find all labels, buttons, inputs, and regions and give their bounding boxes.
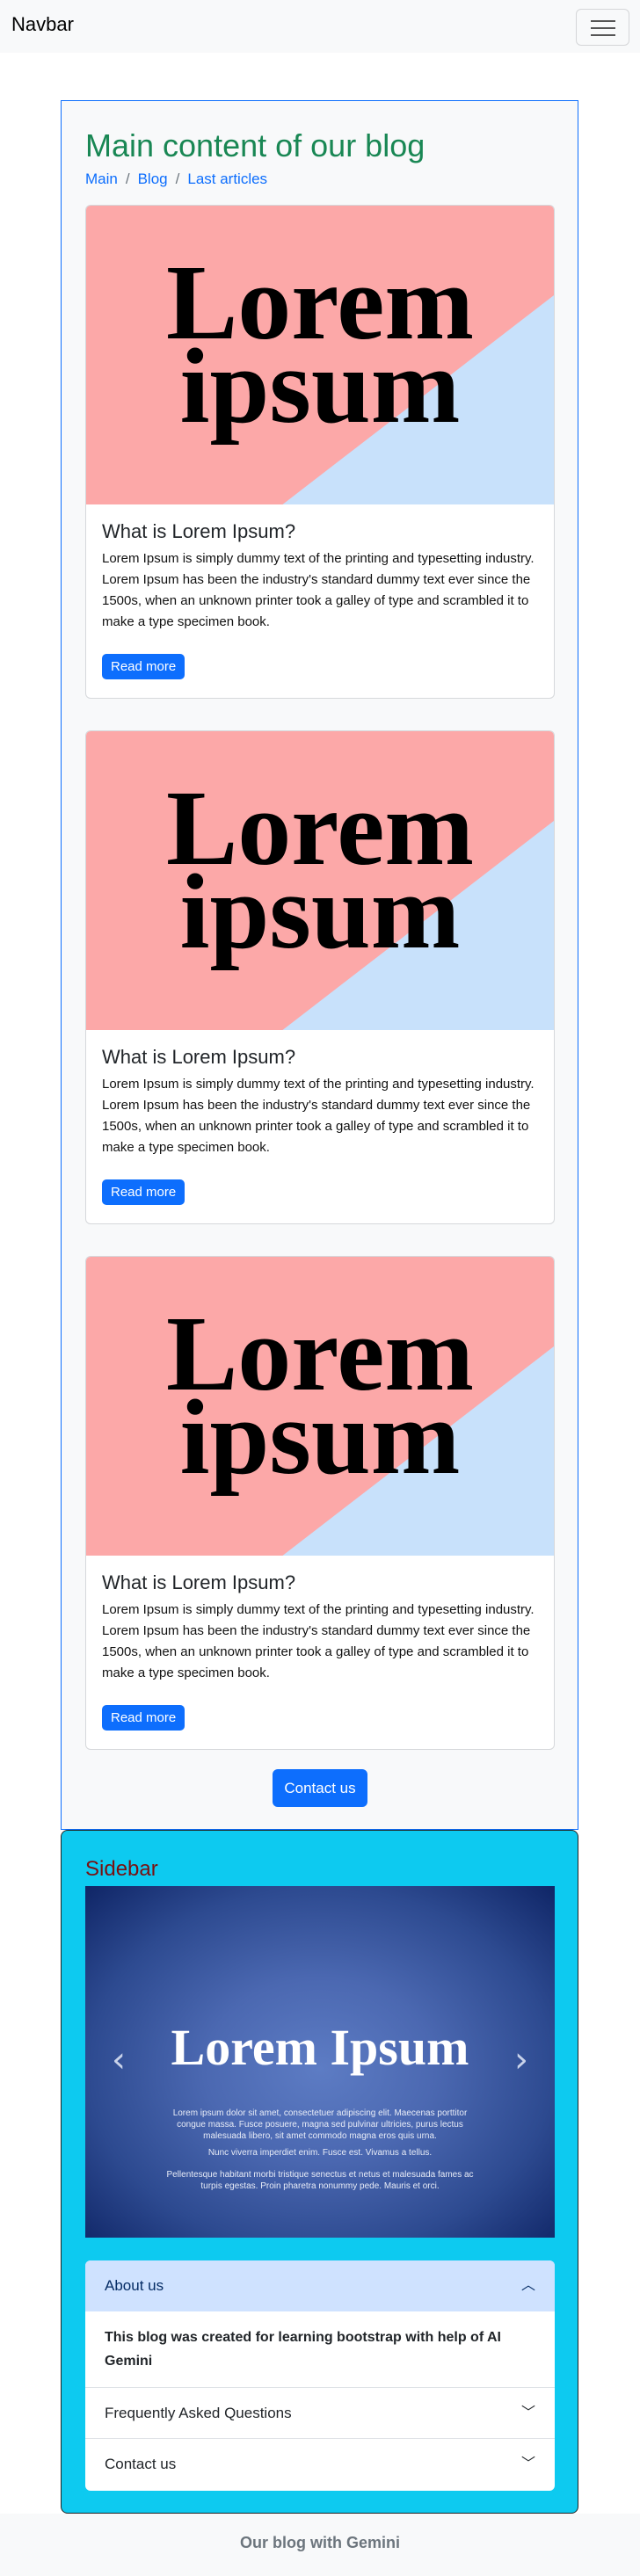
chevron-down-icon: ﹀ (520, 2405, 535, 2420)
breadcrumb-separator: / (175, 171, 180, 187)
navbar-toggler-button[interactable] (576, 9, 629, 46)
breadcrumb-blog[interactable]: Blog (138, 171, 168, 187)
navbar-brand[interactable]: Navbar (11, 13, 74, 36)
image-text: ipsum (179, 327, 461, 446)
breadcrumb: Main / Blog / Last articles (85, 171, 554, 192)
accordion-header-faq[interactable]: Frequently Asked Questions ﹀ (85, 2388, 555, 2439)
accordion-label: About us (105, 2277, 164, 2294)
article-card: Lorem ipsum What is Lorem Ipsum? Lorem I… (85, 205, 555, 699)
read-more-button[interactable]: Read more (102, 654, 185, 679)
card-body: What is Lorem Ipsum? Lorem Ipsum is simp… (86, 504, 554, 695)
sidebar-title: Sidebar (85, 1857, 158, 1881)
accordion-body-about-us: This blog was created for learning boots… (85, 2311, 555, 2388)
navbar: Navbar (0, 0, 640, 53)
carousel-next-icon[interactable]: › (514, 2043, 528, 2078)
breadcrumb-last-articles[interactable]: Last articles (187, 171, 267, 187)
article-card: Lorem ipsum What is Lorem Ipsum? Lorem I… (85, 730, 555, 1224)
footer: Our blog with Gemini (0, 2514, 640, 2576)
carousel-slide-text: Pellentesque habitant morbi tristique se… (166, 2170, 474, 2191)
article-image: Lorem ipsum (86, 206, 554, 504)
accordion-label: Contact us (105, 2456, 177, 2472)
carousel-prev-icon[interactable]: ‹ (112, 2043, 126, 2078)
card-text: Lorem Ipsum is simply dummy text of the … (102, 1077, 535, 1155)
carousel-slide-text: Lorem ipsum dolor sit amet, consectetuer… (172, 2108, 468, 2141)
card-title: What is Lorem Ipsum? (102, 1046, 296, 1068)
card-title: What is Lorem Ipsum? (102, 520, 296, 542)
card-text: Lorem Ipsum is simply dummy text of the … (102, 551, 535, 629)
carousel-slide-title: Lorem Ipsum (171, 2019, 469, 2076)
chevron-down-icon: ﹀ (520, 2456, 535, 2471)
read-more-button[interactable]: Read more (102, 1705, 185, 1731)
page-title: Main content of our blog (85, 127, 425, 163)
breadcrumb-separator: / (125, 171, 130, 187)
image-text: ipsum (179, 853, 461, 971)
card-body: What is Lorem Ipsum? Lorem Ipsum is simp… (86, 1556, 554, 1746)
article-image: Lorem ipsum (86, 731, 554, 1030)
contact-us-button[interactable]: Contact us (273, 1769, 367, 1807)
card-text: Lorem Ipsum is simply dummy text of the … (102, 1602, 535, 1680)
breadcrumb-main[interactable]: Main (85, 171, 118, 187)
card-title: What is Lorem Ipsum? (102, 1571, 296, 1593)
carousel: Lorem Ipsum Lorem ipsum dolor sit amet, … (85, 1886, 555, 2238)
read-more-button[interactable]: Read more (102, 1179, 185, 1205)
image-text: ipsum (179, 1378, 461, 1497)
accordion-header-about-us[interactable]: About us ︿ (85, 2260, 555, 2311)
card-body: What is Lorem Ipsum? Lorem Ipsum is simp… (86, 1030, 554, 1221)
article-image: Lorem ipsum (86, 1257, 554, 1556)
chevron-up-icon: ︿ (520, 2278, 535, 2293)
accordion: About us ︿ This blog was created for lea… (85, 2260, 555, 2491)
accordion-label: Frequently Asked Questions (105, 2405, 292, 2421)
sidebar: Sidebar Lorem Ipsum Lorem ipsum dolor si… (61, 1830, 578, 2514)
carousel-slide-text: Nunc viverra imperdiet enim. Fusce est. … (207, 2148, 433, 2158)
article-card: Lorem ipsum What is Lorem Ipsum? Lorem I… (85, 1256, 555, 1750)
main-content: Main content of our blog Main / Blog / Last … (61, 100, 578, 1830)
footer-text: Our blog with Gemini (240, 2534, 400, 2551)
accordion-header-contact-us[interactable]: Contact us ﹀ (85, 2439, 555, 2490)
